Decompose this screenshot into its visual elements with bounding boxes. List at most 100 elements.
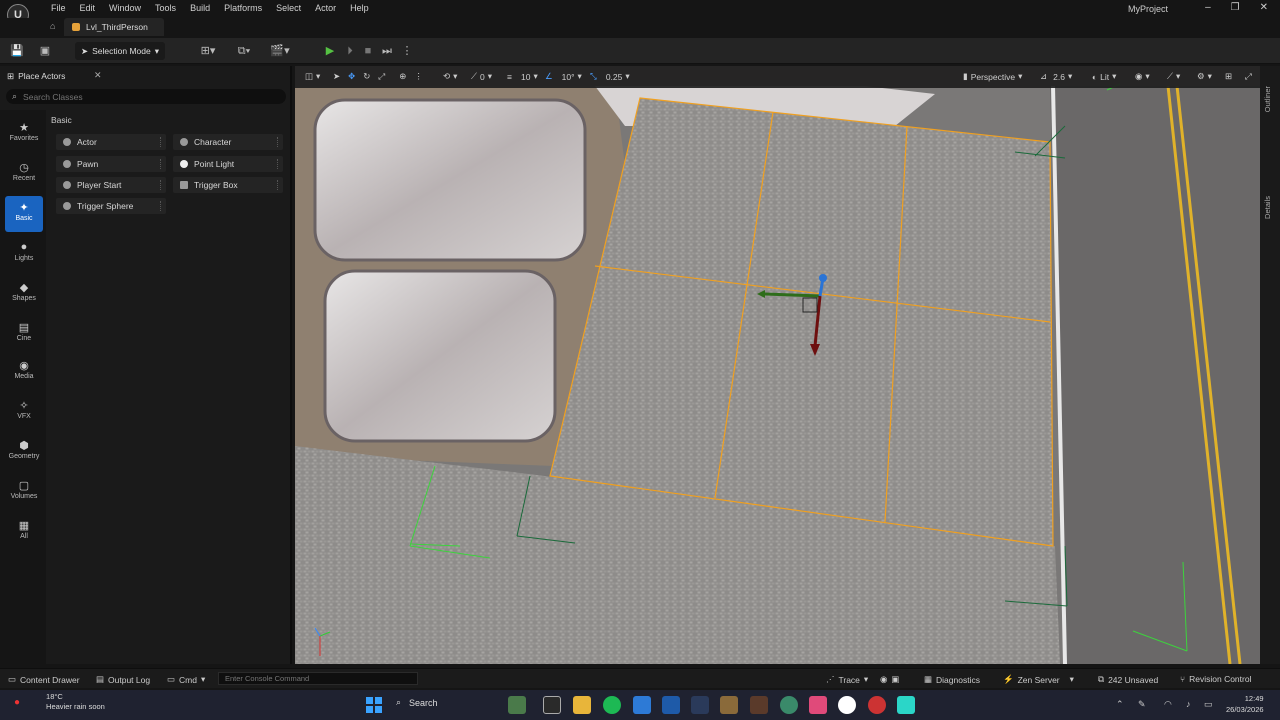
actor-item-trigger-box[interactable]: Trigger Box [173, 177, 283, 193]
category-media[interactable]: ◉ Media [5, 354, 43, 390]
wifi-icon[interactable]: ◠ [1164, 699, 1172, 710]
drag-handle[interactable] [277, 159, 279, 169]
cinematics-icon[interactable]: 🎬▾ [268, 44, 292, 58]
drag-handle[interactable] [160, 159, 162, 169]
restore-icon[interactable]: ❐ [1231, 2, 1240, 13]
category-volumes[interactable]: ▢ Volumes [5, 474, 43, 510]
perspective-dropdown[interactable]: ▮ Perspective ▾ [963, 71, 1022, 82]
diagnostics-button[interactable]: ▦ Diagnostics [924, 674, 980, 685]
widgets-app-icon[interactable] [508, 696, 526, 714]
vscode-icon[interactable] [633, 696, 651, 714]
terminal-app-icon[interactable] [691, 696, 709, 714]
store-icon[interactable] [662, 696, 680, 714]
console-command-input[interactable] [219, 673, 414, 684]
minecraft-icon[interactable] [720, 696, 738, 714]
drag-handle[interactable] [277, 180, 279, 190]
play-icon[interactable]: ▶ [323, 44, 337, 58]
capture-app-icon[interactable] [897, 696, 915, 714]
panel-close-icon[interactable]: ✕ [94, 70, 102, 81]
menu-actor[interactable]: Actor [308, 3, 343, 13]
output-log-button[interactable]: ▤ Output Log [96, 674, 150, 685]
record-icon[interactable]: ◉ [880, 674, 887, 685]
settings-dropdown[interactable]: ⚙ ▾ [1197, 71, 1212, 82]
tab-level[interactable]: Lvl_ThirdPerson [64, 18, 164, 36]
drag-handle[interactable] [277, 137, 279, 147]
category-geometry[interactable]: ⬢ Geometry [5, 434, 43, 470]
show-flags-dropdown[interactable]: ◉ ▾ [1135, 71, 1150, 82]
menu-tools[interactable]: Tools [148, 3, 183, 13]
scale-tool-icon[interactable]: ⤢ [378, 71, 385, 82]
game-launcher-icon[interactable] [809, 696, 827, 714]
translate-snap-toggle[interactable]: ≡ 10 ▾ [507, 71, 538, 82]
drag-handle[interactable] [160, 201, 162, 211]
screenshot-icon[interactable]: ▣ [891, 674, 899, 685]
save-icon[interactable]: 💾 [10, 44, 24, 58]
step-icon[interactable]: ⏵ [343, 44, 357, 58]
spotify-icon[interactable] [603, 696, 621, 714]
launch-icon[interactable]: ⏭ [380, 44, 394, 58]
layout-button[interactable]: ⊞ [1225, 71, 1232, 82]
home-icon[interactable]: ⌂ [50, 21, 55, 31]
scale-snap-toggle[interactable]: ⤡ 0.25 ▾ [590, 71, 630, 82]
zen-server-dropdown[interactable]: ⚡ Zen Server ▾ [1003, 674, 1074, 685]
chrome-icon[interactable] [780, 696, 798, 714]
category-vfx[interactable]: ✧ VFX [5, 394, 43, 430]
move-tool-icon[interactable]: ✥ [348, 71, 355, 82]
category-all[interactable]: ▦ All [5, 514, 43, 550]
rotate-tool-icon[interactable]: ↻ [363, 71, 370, 82]
speaker-icon[interactable]: ♪ [1186, 699, 1191, 709]
rotate-snap-toggle[interactable]: ∠ 10° ▾ [545, 71, 582, 82]
taskbar-clock[interactable]: 12:49 26/03/2026 [1226, 693, 1264, 715]
actor-item-player-start[interactable]: Player Start [56, 177, 166, 193]
taskbar-search[interactable]: ⌕ Search [396, 697, 506, 708]
content-browser-icon[interactable]: ▣ [38, 44, 52, 58]
menu-platforms[interactable]: Platforms [217, 3, 269, 13]
windows-start-icon[interactable] [366, 697, 382, 713]
select-tool-icon[interactable]: ➤ [333, 71, 340, 82]
category-favorites[interactable]: ★ Favorites [5, 116, 43, 152]
actor-item-character[interactable]: Character [173, 134, 283, 150]
unsaved-button[interactable]: ⧉ 242 Unsaved [1098, 674, 1158, 685]
actor-item-actor[interactable]: Actor [56, 134, 166, 150]
menu-select[interactable]: Select [269, 3, 308, 13]
tray-chevron-icon[interactable]: ⌃ [1116, 699, 1124, 710]
category-shapes[interactable]: ◆ Shapes [5, 276, 43, 312]
category-lights[interactable]: ● Lights [5, 236, 43, 272]
category-cine[interactable]: ▤ Cine [5, 316, 43, 352]
trace-dropdown[interactable]: ⋰ Trace ▾ [826, 674, 868, 685]
weather-widget[interactable]: ● 18°C Heavier rain soon [14, 692, 105, 712]
actor-item-trigger-sphere[interactable]: Trigger Sphere [56, 198, 166, 214]
menu-build[interactable]: Build [183, 3, 217, 13]
viewport-scene[interactable] [295, 66, 1260, 664]
world-space-icon[interactable]: ⊕ [399, 71, 406, 82]
task-view-icon[interactable] [543, 696, 561, 714]
tray-app-icon[interactable]: ✎ [1138, 699, 1146, 710]
menu-file[interactable]: File [44, 3, 73, 13]
close-icon[interactable]: ✕ [1260, 2, 1268, 13]
selection-mode-dropdown[interactable]: ➤ Selection Mode ▾ [75, 42, 165, 60]
unreal-engine-taskbar-icon[interactable] [838, 696, 856, 714]
blueprint-icon[interactable]: ⧉▾ [232, 44, 256, 58]
davinci-icon[interactable] [868, 696, 886, 714]
file-explorer-icon[interactable] [573, 696, 591, 714]
menu-edit[interactable]: Edit [73, 3, 103, 13]
menu-window[interactable]: Window [102, 3, 148, 13]
game-app-icon[interactable] [750, 696, 768, 714]
view-mode-dropdown[interactable]: ◐ Lit ▾ [1092, 71, 1116, 82]
tab-details[interactable]: Details [1263, 196, 1272, 219]
drag-handle[interactable] [160, 180, 162, 190]
content-drawer-button[interactable]: ▭ Content Drawer [8, 674, 80, 685]
minimize-icon[interactable]: – [1205, 2, 1211, 13]
tab-outliner[interactable]: Outliner [1263, 86, 1272, 112]
camera-speed-dropdown[interactable]: ⊿ 2.6 ▾ [1040, 71, 1072, 82]
more-options-icon[interactable]: ⋮ [414, 71, 423, 82]
revision-control-button[interactable]: ⑂ Revision Control [1180, 674, 1251, 684]
grid-snap-toggle[interactable]: ⟋ 0 ▾ [471, 71, 492, 82]
add-actor-icon[interactable]: ⊞▾ [196, 44, 220, 58]
category-recent[interactable]: ◷ Recent [5, 156, 43, 192]
stop-icon[interactable]: ■ [361, 44, 375, 58]
level-viewport[interactable]: ◫ ▾ ➤ ✥ ↻ ⤢ ⊕ ⋮ ⟲ ▾ ⟋ 0 ▾ ≡ 10 ▾ ∠ 10° ▾ ⤡ 0.25 ▾ … [295, 66, 1260, 664]
category-basic[interactable]: ✦ Basic [5, 196, 43, 232]
search-classes-input[interactable] [23, 91, 264, 102]
drag-handle[interactable] [160, 137, 162, 147]
